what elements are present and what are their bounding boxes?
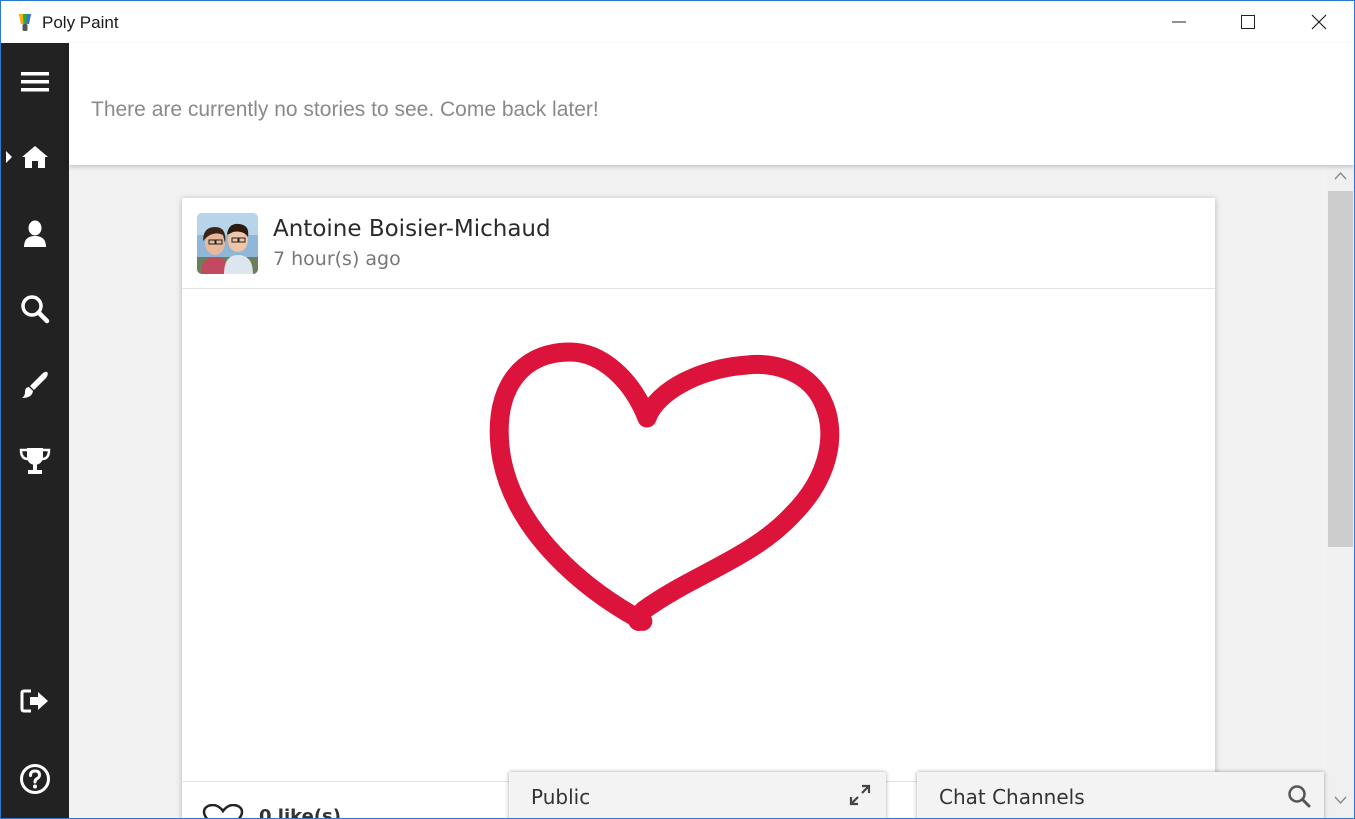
sidebar-menu-button[interactable] (18, 65, 52, 99)
paintbrush-icon (22, 371, 48, 398)
maximize-button[interactable] (1213, 1, 1283, 43)
chat-tab-public[interactable]: Public (509, 772, 886, 818)
sidebar-item-logout[interactable] (18, 684, 52, 718)
heart-drawing (489, 342, 840, 631)
no-stories-message: There are currently no stories to see. C… (91, 98, 599, 121)
scroll-thumb[interactable] (1328, 191, 1353, 547)
sidebar-item-draw[interactable] (18, 368, 52, 402)
chat-tab-public-label: Public (531, 785, 591, 809)
sidebar-item-help[interactable] (18, 762, 52, 796)
help-icon (20, 764, 50, 794)
stories-bar: There are currently no stories to see. C… (69, 43, 1354, 165)
user-icon (24, 220, 46, 247)
sidebar-item-profile[interactable] (18, 217, 52, 251)
home-icon (22, 146, 48, 168)
post-author[interactable]: Antoine Boisier-Michaud (273, 216, 551, 242)
app-window: Poly Paint There are currently no storie… (0, 0, 1355, 819)
close-button[interactable] (1284, 1, 1354, 43)
title-bar: Poly Paint (1, 1, 1354, 43)
expand-icon[interactable] (849, 784, 871, 806)
chat-tab-channels[interactable]: Chat Channels (917, 772, 1324, 818)
close-icon (1311, 14, 1327, 30)
window-title: Poly Paint (42, 13, 119, 32)
trophy-icon (19, 448, 51, 474)
post-drawing[interactable] (182, 290, 1215, 780)
heart-outline-icon[interactable] (202, 804, 244, 819)
post-header: Antoine Boisier-Michaud 7 hour(s) ago (182, 198, 1215, 289)
app-logo-icon (19, 14, 31, 31)
maximize-icon (1241, 15, 1255, 29)
likes-count: 0 like(s) (259, 806, 341, 819)
feed-scrollbar[interactable] (1327, 165, 1354, 818)
post-card: Antoine Boisier-Michaud 7 hour(s) ago 0 … (182, 198, 1215, 819)
minimize-button[interactable] (1144, 1, 1214, 43)
sidebar (1, 43, 69, 818)
sidebar-item-home[interactable] (18, 140, 52, 174)
hamburger-menu-icon (21, 72, 49, 92)
search-icon (21, 295, 50, 324)
sign-out-icon (20, 689, 48, 713)
avatar[interactable] (197, 213, 258, 274)
sidebar-item-trophies[interactable] (18, 444, 52, 478)
post-time: 7 hour(s) ago (273, 248, 401, 270)
scroll-up-arrow-icon[interactable] (1334, 171, 1347, 181)
scroll-down-arrow-icon[interactable] (1334, 795, 1347, 805)
search-icon[interactable] (1287, 784, 1311, 808)
chat-tab-channels-label: Chat Channels (939, 785, 1085, 809)
minimize-icon (1172, 21, 1186, 23)
avatar-photo (197, 213, 258, 274)
active-indicator (6, 151, 12, 163)
sidebar-item-search[interactable] (18, 292, 52, 326)
